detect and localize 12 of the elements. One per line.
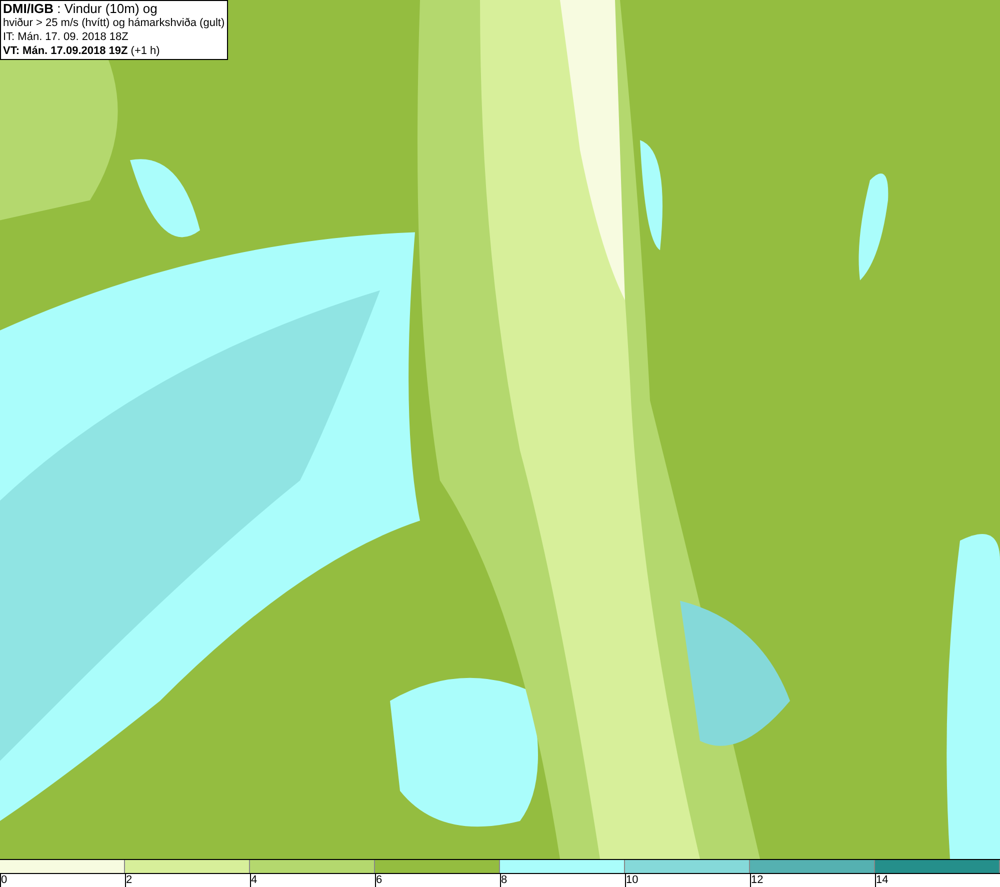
scale-label: 10 [626, 874, 640, 886]
scale-label: 12 [751, 874, 764, 886]
scale-label: 0 [1, 874, 8, 886]
scale-label: 2 [126, 874, 134, 886]
title-line: hviður > 25 m/s (hvítt) og hámarkshviða (gult) [3, 16, 225, 30]
scale-label: 8 [501, 874, 508, 886]
title-line: IT: Mán. 17. 09. 2018 18Z [3, 30, 130, 44]
scale-label: 14 [876, 874, 890, 886]
title-line: VT: Mán. 17.09.2018 19Z (+1 h) [3, 44, 161, 58]
title-line: DMI/IGB : Vindur (10m) og [3, 1, 158, 16]
scale-label: 6 [376, 874, 384, 886]
scale-label: 4 [251, 874, 258, 886]
